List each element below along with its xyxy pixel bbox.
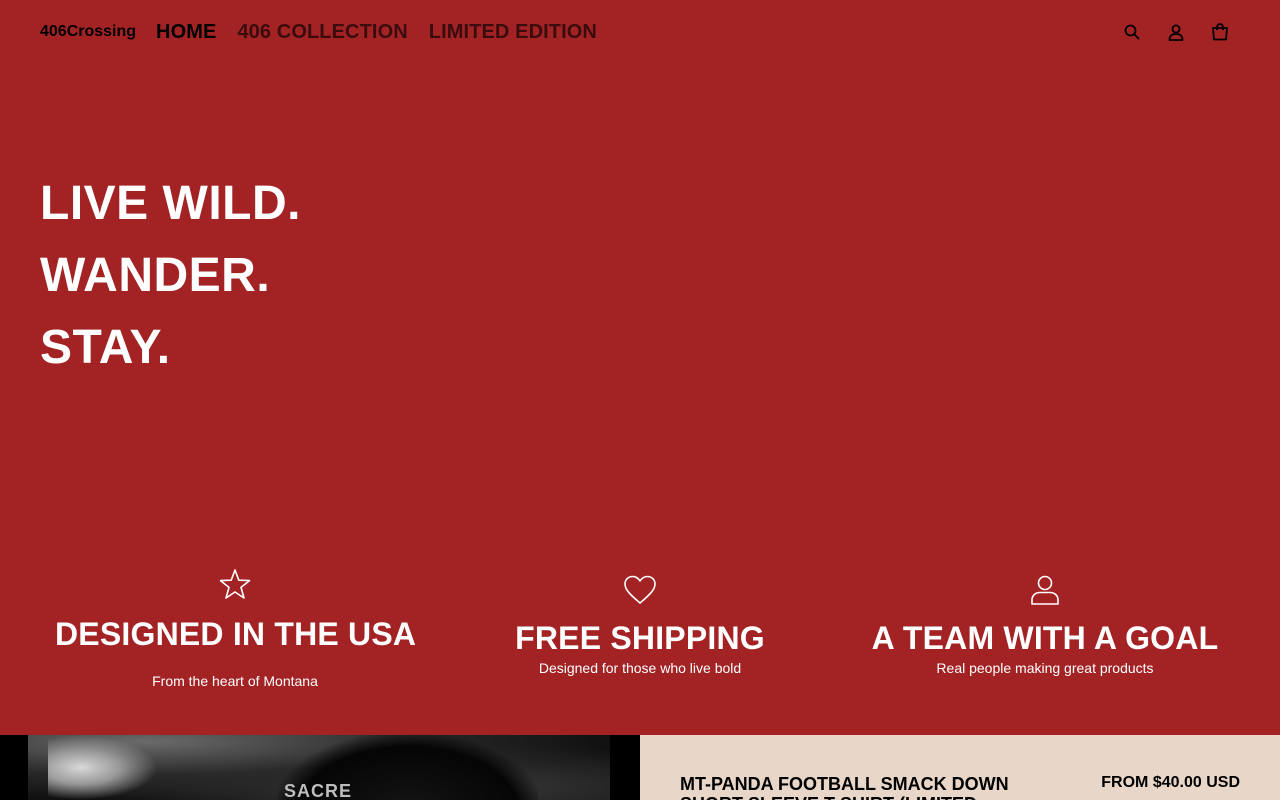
product-photo: SACRE	[28, 735, 610, 800]
hero-line-2: WANDER.	[40, 249, 271, 302]
photo-highlight	[48, 735, 158, 800]
cart-icon[interactable]	[1210, 20, 1230, 44]
hero-section: LIVE WILD. WANDER. STAY.	[40, 168, 301, 384]
feature-subtitle: Real people making great products	[936, 660, 1154, 676]
feature-title: FREE SHIPPING	[515, 620, 765, 656]
account-icon[interactable]	[1166, 20, 1186, 44]
feature-designed-usa: DESIGNED IN THE USA From the heart of Mo…	[55, 568, 417, 689]
hero-line-3: STAY.	[40, 321, 171, 374]
nav-406-collection[interactable]: 406 COLLECTION	[237, 21, 407, 44]
photo-banner-text: SACRE	[284, 781, 353, 800]
header-actions	[1122, 20, 1230, 44]
main-nav: HOME 406 COLLECTION LIMITED EDITION	[156, 21, 597, 44]
site-header: 406Crossing HOME 406 COLLECTION LIMITED …	[0, 0, 1280, 64]
nav-limited-edition[interactable]: LIMITED EDITION	[429, 21, 597, 44]
product-title-link[interactable]: MT-PANDA FOOTBALL SMACK DOWN SHORT SLEEV…	[680, 774, 1060, 800]
feature-team-goal: A TEAM WITH A GOAL Real people making gr…	[865, 574, 1225, 676]
product-image[interactable]: SACRE	[0, 735, 640, 800]
nav-home[interactable]: HOME	[156, 21, 216, 44]
heart-icon	[623, 574, 657, 606]
person-icon	[1030, 574, 1060, 606]
feature-title: A TEAM WITH A GOAL	[871, 620, 1219, 656]
product-info: MT-PANDA FOOTBALL SMACK DOWN SHORT SLEEV…	[640, 735, 1280, 800]
feature-subtitle: Designed for those who live bold	[538, 660, 742, 676]
hero-line-1: LIVE WILD.	[40, 177, 301, 230]
feature-title: DESIGNED IN THE USA	[55, 616, 417, 652]
product-price: FROM $40.00 USD	[1101, 774, 1240, 791]
search-icon[interactable]	[1122, 20, 1142, 44]
star-icon	[219, 568, 251, 602]
brand-logo[interactable]: 406Crossing	[40, 23, 136, 41]
feature-free-shipping: FREE SHIPPING Designed for those who liv…	[460, 574, 820, 676]
features-section: DESIGNED IN THE USA From the heart of Mo…	[0, 560, 1280, 735]
feature-subtitle: From the heart of Montana	[152, 673, 318, 689]
